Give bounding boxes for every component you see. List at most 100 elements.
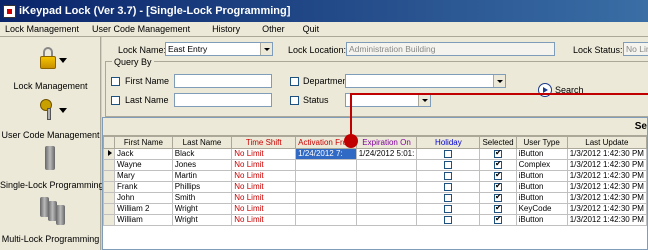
user-type-cell[interactable]: KeyCode bbox=[515, 203, 568, 215]
time-shift-cell[interactable]: No Limit bbox=[231, 192, 297, 204]
menu-lock-management[interactable]: Lock Management bbox=[0, 24, 87, 34]
selected-cell[interactable] bbox=[479, 148, 517, 160]
department-select[interactable] bbox=[345, 74, 506, 88]
holiday-cell[interactable] bbox=[416, 170, 481, 182]
last-update-cell[interactable]: 1/3/2012 1:42:30 PM bbox=[566, 192, 647, 204]
table-row[interactable]: WayneJonesNo Limit Complex1/3/2012 1:42:3… bbox=[103, 159, 647, 171]
sidebar-item-multi-lock-programming[interactable]: Multi-Lock Programming bbox=[0, 195, 101, 247]
last-name-cell[interactable]: Martin bbox=[171, 170, 233, 182]
holiday-cell[interactable] bbox=[416, 148, 481, 160]
holiday-checkbox[interactable] bbox=[444, 171, 453, 180]
table-row[interactable]: William 2WrightNo Limit KeyCode1/3/2012 1… bbox=[103, 203, 647, 215]
user-grid[interactable]: Se First Name Last Name Time Shift Activati… bbox=[102, 117, 648, 250]
expiration-cell[interactable] bbox=[355, 181, 418, 193]
column-header[interactable]: Selected bbox=[479, 136, 517, 149]
last-name-cell[interactable]: Smith bbox=[171, 192, 233, 204]
search-button[interactable]: Search bbox=[538, 82, 608, 98]
menu-other[interactable]: Other bbox=[248, 24, 293, 34]
user-type-cell[interactable]: Complex bbox=[515, 159, 568, 171]
time-shift-cell[interactable]: No Limit bbox=[231, 148, 297, 160]
table-row[interactable]: MaryMartinNo Limit iButton1/3/2012 1:42:3… bbox=[103, 170, 647, 182]
column-header[interactable]: User Type bbox=[515, 136, 568, 149]
status-select[interactable] bbox=[345, 93, 431, 107]
selected-cell[interactable] bbox=[479, 170, 517, 182]
lock-name-select[interactable]: East Entry bbox=[165, 42, 273, 56]
time-shift-cell[interactable]: No Limit bbox=[231, 181, 297, 193]
activation-from-cell[interactable] bbox=[295, 203, 357, 215]
row-selector[interactable] bbox=[103, 214, 115, 226]
selected-checkbox[interactable] bbox=[494, 172, 503, 180]
menu-history[interactable]: History bbox=[198, 24, 248, 34]
time-shift-cell[interactable]: No Limit bbox=[231, 170, 297, 182]
department-checkbox[interactable] bbox=[290, 77, 299, 86]
column-header[interactable]: Expiration On bbox=[355, 136, 418, 149]
user-type-cell[interactable]: iButton bbox=[515, 214, 568, 226]
holiday-checkbox[interactable] bbox=[444, 215, 453, 224]
first-name-cell[interactable]: William 2 bbox=[114, 203, 173, 215]
time-shift-cell[interactable]: No Limit bbox=[231, 159, 297, 171]
holiday-checkbox[interactable] bbox=[444, 204, 453, 213]
selected-cell[interactable] bbox=[479, 192, 517, 204]
last-name-cell[interactable]: Wright bbox=[171, 214, 233, 226]
sidebar-item-lock-management[interactable]: Lock Management bbox=[0, 45, 101, 93]
row-selector[interactable] bbox=[103, 159, 115, 171]
menu-user-code-management[interactable]: User Code Management bbox=[87, 24, 198, 34]
last-update-cell[interactable]: 1/3/2012 1:42:30 PM bbox=[566, 214, 647, 226]
last-update-cell[interactable]: 1/3/2012 1:42:30 PM bbox=[566, 170, 647, 182]
expiration-cell[interactable] bbox=[355, 170, 418, 182]
row-selector[interactable] bbox=[103, 181, 115, 193]
row-selector[interactable] bbox=[103, 148, 115, 160]
chevron-down-icon[interactable] bbox=[260, 43, 272, 55]
holiday-cell[interactable] bbox=[416, 214, 481, 226]
expiration-cell[interactable]: 1/24/2012 5:01: bbox=[355, 148, 418, 160]
row-selector[interactable] bbox=[103, 170, 115, 182]
activation-from-cell[interactable] bbox=[295, 192, 357, 204]
holiday-checkbox[interactable] bbox=[444, 149, 453, 158]
first-name-cell[interactable]: Mary bbox=[114, 170, 173, 182]
holiday-cell[interactable] bbox=[416, 192, 481, 204]
status-checkbox[interactable] bbox=[290, 96, 299, 105]
expiration-cell[interactable] bbox=[355, 192, 418, 204]
first-name-cell[interactable]: John bbox=[114, 192, 173, 204]
table-row[interactable]: JohnSmithNo Limit iButton1/3/2012 1:42:30… bbox=[103, 192, 647, 204]
holiday-cell[interactable] bbox=[416, 203, 481, 215]
selected-cell[interactable] bbox=[479, 214, 517, 226]
row-selector[interactable] bbox=[103, 203, 115, 215]
table-row[interactable]: Jack Black No Limit 1/24/2012 7: 1/24/2012 5… bbox=[103, 148, 647, 160]
activation-from-cell[interactable] bbox=[295, 170, 357, 182]
chevron-down-icon[interactable] bbox=[493, 75, 505, 87]
first-name-cell[interactable]: Jack bbox=[114, 148, 173, 160]
holiday-checkbox[interactable] bbox=[444, 160, 453, 169]
table-row[interactable]: FrankPhillipsNo Limit iButton1/3/2012 1:4… bbox=[103, 181, 647, 193]
sidebar-item-user-code-management[interactable]: User Code Management bbox=[0, 95, 101, 143]
first-name-cell[interactable]: William bbox=[114, 214, 173, 226]
user-type-cell[interactable]: iButton bbox=[515, 192, 568, 204]
last-name-cell[interactable]: Phillips bbox=[171, 181, 233, 193]
selected-cell[interactable] bbox=[479, 181, 517, 193]
column-header[interactable]: Time Shift bbox=[231, 136, 297, 149]
last-update-cell[interactable]: 1/3/2012 1:42:30 PM bbox=[566, 148, 647, 160]
expiration-cell[interactable] bbox=[355, 203, 418, 215]
first-name-cell[interactable]: Wayne bbox=[114, 159, 173, 171]
user-type-cell[interactable]: iButton bbox=[515, 170, 568, 182]
last-update-cell[interactable]: 1/3/2012 1:42:30 PM bbox=[566, 203, 647, 215]
activation-from-cell[interactable] bbox=[295, 159, 357, 171]
last-name-cell[interactable]: Wright bbox=[171, 203, 233, 215]
holiday-checkbox[interactable] bbox=[444, 193, 453, 202]
time-shift-cell[interactable]: No Limit bbox=[231, 214, 297, 226]
expiration-cell[interactable] bbox=[355, 214, 418, 226]
selected-checkbox[interactable] bbox=[494, 161, 503, 169]
activation-from-cell[interactable] bbox=[295, 181, 357, 193]
first-name-cell[interactable]: Frank bbox=[114, 181, 173, 193]
holiday-cell[interactable] bbox=[416, 181, 481, 193]
table-row[interactable]: WilliamWrightNo Limit iButton1/3/2012 1:4… bbox=[103, 214, 647, 226]
column-header[interactable]: First Name bbox=[114, 136, 173, 149]
last-update-cell[interactable]: 1/3/2012 1:42:30 PM bbox=[566, 159, 647, 171]
time-shift-cell[interactable]: No Limit bbox=[231, 203, 297, 215]
selected-checkbox[interactable] bbox=[494, 216, 503, 224]
selected-checkbox[interactable] bbox=[494, 205, 503, 213]
selected-checkbox[interactable] bbox=[494, 150, 503, 158]
holiday-cell[interactable] bbox=[416, 159, 481, 171]
holiday-checkbox[interactable] bbox=[444, 182, 453, 191]
activation-from-cell[interactable]: 1/24/2012 7: bbox=[295, 148, 357, 160]
